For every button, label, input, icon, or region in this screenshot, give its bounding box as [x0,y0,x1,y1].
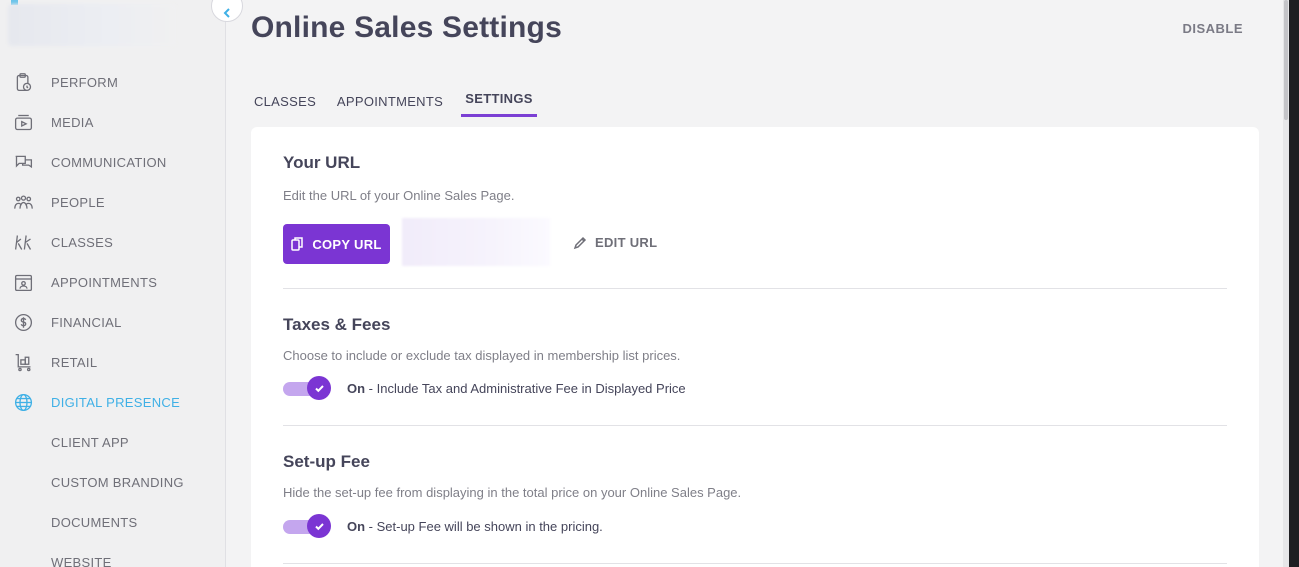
sidebar-subitem-label: CLIENT APP [51,434,129,450]
sidebar-subitem-label: CUSTOM BRANDING [51,474,184,490]
sidebar-item-financial[interactable]: FINANCIAL [0,302,226,342]
settings-card: Your URL Edit the URL of your Online Sal… [251,127,1259,567]
retail-cart-icon [12,351,34,373]
sidebar-item-label: FINANCIAL [51,314,122,330]
setup-fee-section-description: Hide the set-up fee from displaying in t… [283,485,742,500]
edit-url-label: EDIT URL [595,235,658,250]
pencil-icon [573,236,587,249]
sidebar-item-label: RETAIL [51,354,98,370]
url-section-title: Your URL [283,153,361,172]
copy-url-label: COPY URL [312,236,382,252]
tab-classes[interactable]: CLASSES [254,84,316,119]
disable-button[interactable]: DISABLE [1182,21,1243,36]
toggle-state: On [347,380,366,396]
appointment-icon [12,271,34,293]
sidebar-subitem-label: WEBSITE [51,554,112,567]
setup-fee-toggle[interactable] [283,514,331,538]
toggle-description: - Set-up Fee will be shown in the pricin… [365,518,603,534]
sidebar-item-label: PERFORM [51,74,119,90]
setup-fee-toggle-text: On - Set-up Fee will be shown in the pri… [347,519,603,534]
page-title: Online Sales Settings [251,11,562,44]
check-icon [314,522,324,530]
chat-bubbles-icon [12,151,34,173]
dollar-circle-icon [12,311,34,333]
sidebar-item-label: DIGITAL PRESENCE [51,394,181,410]
sidebar-item-label: APPOINTMENTS [51,274,158,290]
sidebar-item-classes[interactable]: CLASSES [0,222,226,262]
sidebar-subitem-custom-branding[interactable]: CUSTOM BRANDING [0,462,226,502]
chevron-left-icon [223,8,230,18]
setup-fee-section-title: Set-up Fee [283,452,370,471]
taxes-toggle-row: On - Include Tax and Administrative Fee … [283,376,686,400]
toggle-knob [307,514,331,538]
app-window: PERFORM MEDIA COMMUNICATION PEOPLE CLASS [0,0,1299,567]
sidebar-item-digital-presence[interactable]: DIGITAL PRESENCE [0,382,226,422]
sidebar-subitem-website[interactable]: WEBSITE [0,542,226,567]
sidebar-item-appointments[interactable]: APPOINTMENTS [0,262,226,302]
check-icon [314,384,324,392]
globe-icon [12,391,34,413]
sidebar-item-media[interactable]: MEDIA [0,102,226,142]
toggle-state: On [347,518,366,534]
adjacent-window-edge [1289,0,1299,567]
toggle-knob [307,376,331,400]
sidebar-item-label: PEOPLE [51,194,105,210]
sidebar-subitem-client-app[interactable]: CLIENT APP [0,422,226,462]
media-play-icon [12,111,34,133]
sidebar-item-communication[interactable]: COMMUNICATION [0,142,226,182]
copy-url-button[interactable]: COPY URL [283,224,390,264]
taxes-section-description: Choose to include or exclude tax display… [283,348,681,363]
sidebar-item-people[interactable]: PEOPLE [0,182,226,222]
scrollbar-thumb[interactable] [1284,0,1288,120]
sidebar-item-label: COMMUNICATION [51,154,167,170]
section-divider [283,288,1227,289]
taxes-toggle[interactable] [283,376,331,400]
sidebar-item-perform[interactable]: PERFORM [0,62,226,102]
main-content: Online Sales Settings DISABLE CLASSES AP… [227,0,1283,567]
toggle-description: - Include Tax and Administrative Fee in … [365,380,686,396]
section-divider [283,563,1227,564]
sidebar-subitem-documents[interactable]: DOCUMENTS [0,502,226,542]
tab-appointments[interactable]: APPOINTMENTS [337,84,443,119]
sidebar-subitem-label: DOCUMENTS [51,514,138,530]
tab-settings[interactable]: SETTINGS [461,82,537,117]
edit-url-button[interactable]: EDIT URL [573,235,657,250]
clipboard-clock-icon [12,71,34,93]
url-section-description: Edit the URL of your Online Sales Page. [283,188,515,203]
setup-fee-toggle-row: On - Set-up Fee will be shown in the pri… [283,514,603,538]
people-icon [12,191,34,213]
sidebar: PERFORM MEDIA COMMUNICATION PEOPLE CLASS [0,0,226,567]
section-divider [283,425,1227,426]
copy-icon [291,237,304,251]
taxes-section-title: Taxes & Fees [283,315,391,334]
sidebar-item-label: CLASSES [51,234,114,250]
classes-figures-icon [12,231,34,253]
business-logo[interactable] [8,4,176,46]
sidebar-item-label: MEDIA [51,114,94,130]
sidebar-item-retail[interactable]: RETAIL [0,342,226,382]
taxes-toggle-text: On - Include Tax and Administrative Fee … [347,381,686,396]
url-value [402,218,550,266]
